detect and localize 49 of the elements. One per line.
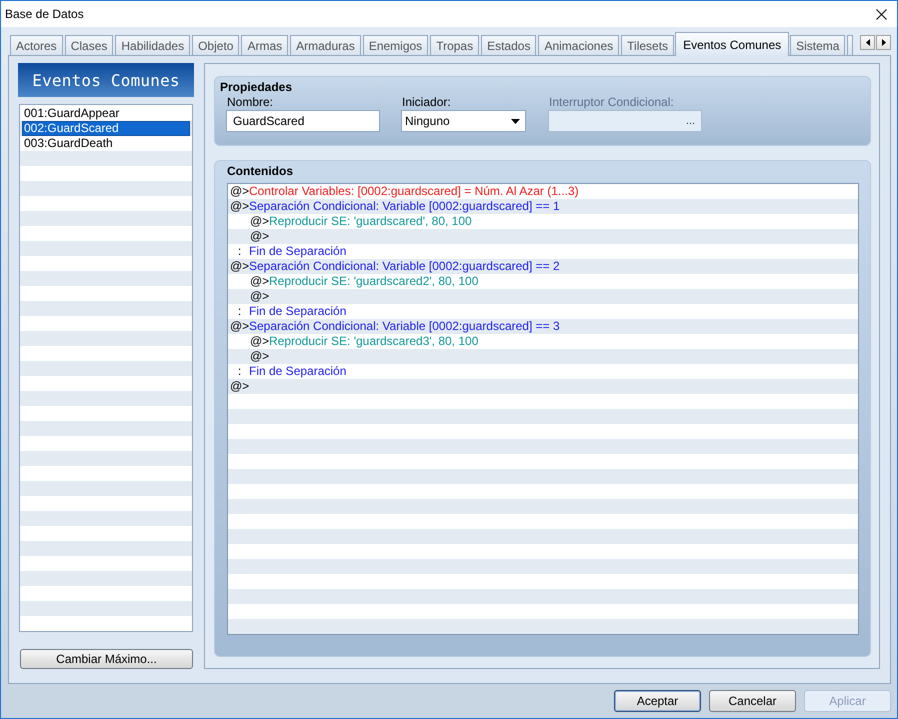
tab-scroll-right-button[interactable] bbox=[876, 35, 891, 50]
group-title: Propiedades bbox=[220, 80, 292, 94]
window-title: Base de Datos bbox=[5, 7, 85, 21]
event-command[interactable]: @>Reproducir SE: 'guardscared2', 80, 100 bbox=[250, 274, 478, 289]
caret-right-icon bbox=[882, 39, 886, 46]
event-list-item[interactable]: 002:GuardScared bbox=[22, 121, 190, 136]
event-command[interactable]: @> bbox=[250, 349, 269, 364]
event-command[interactable]: @> bbox=[250, 229, 269, 244]
change-maximum-button[interactable]: Cambiar Máximo... bbox=[20, 649, 193, 669]
tab[interactable]: Objeto bbox=[192, 35, 240, 55]
event-list-item[interactable]: 003:GuardDeath bbox=[22, 136, 190, 151]
tab[interactable]: Armas bbox=[241, 35, 288, 55]
event-command[interactable]: @>Separación Condicional: Variable [0002:guardscared] == 1 bbox=[230, 199, 560, 214]
field-label: Nombre: bbox=[227, 95, 274, 109]
event-command[interactable]: : Fin de Separación bbox=[230, 304, 346, 319]
tab[interactable]: Armaduras bbox=[290, 35, 361, 55]
tab[interactable]: Estados bbox=[481, 35, 536, 55]
event-command[interactable]: @> bbox=[230, 379, 249, 394]
tab[interactable]: Eventos Comunes bbox=[675, 32, 790, 56]
tab[interactable]: Enemigos bbox=[362, 35, 428, 55]
tab[interactable]: Animaciones bbox=[538, 35, 620, 55]
event-command[interactable]: : Fin de Separación bbox=[230, 244, 346, 259]
tab[interactable]: Actores bbox=[10, 35, 63, 55]
event-command[interactable]: @>Controlar Variables: [0002:guardscared] = Núm. Al Azar (1...3) bbox=[230, 184, 579, 199]
event-command[interactable]: @> bbox=[250, 289, 269, 304]
field-label: Interruptor Condicional: bbox=[549, 95, 674, 109]
cancel-button[interactable]: Cancelar bbox=[709, 690, 796, 712]
event-command[interactable]: @>Separación Condicional: Variable [0002:guardscared] == 3 bbox=[230, 319, 560, 334]
caret-down-icon bbox=[511, 118, 520, 124]
tab-scroll-left-button[interactable] bbox=[860, 35, 875, 50]
event-list-item[interactable]: 001:GuardAppear bbox=[22, 106, 190, 121]
event-command[interactable]: @>Separación Condicional: Variable [0002:guardscared] == 2 bbox=[230, 259, 560, 274]
field-label: Iniciador: bbox=[402, 95, 451, 109]
section-header: Eventos Comunes bbox=[18, 63, 194, 97]
event-command[interactable]: : Fin de Separación bbox=[230, 364, 346, 379]
group-title: Contenidos bbox=[227, 164, 293, 178]
caret-left-icon bbox=[866, 39, 870, 46]
close-button[interactable] bbox=[876, 8, 887, 20]
ok-button[interactable]: Aceptar bbox=[614, 690, 701, 712]
trigger-dropdown[interactable]: Ninguno bbox=[401, 110, 526, 132]
event-command[interactable]: @>Reproducir SE: 'guardscared', 80, 100 bbox=[250, 214, 472, 229]
tab[interactable]: Tropas bbox=[430, 35, 480, 55]
close-icon bbox=[876, 8, 887, 20]
tab[interactable]: Clases bbox=[64, 35, 114, 55]
tab[interactable]: Sistema bbox=[790, 35, 846, 55]
event-command[interactable]: @>Reproducir SE: 'guardscared3', 80, 100 bbox=[250, 334, 478, 349]
tab[interactable]: Habilidades bbox=[115, 35, 190, 55]
name-input-field[interactable]: GuardScared bbox=[226, 110, 380, 132]
tab[interactable]: Tilesets bbox=[621, 35, 674, 55]
